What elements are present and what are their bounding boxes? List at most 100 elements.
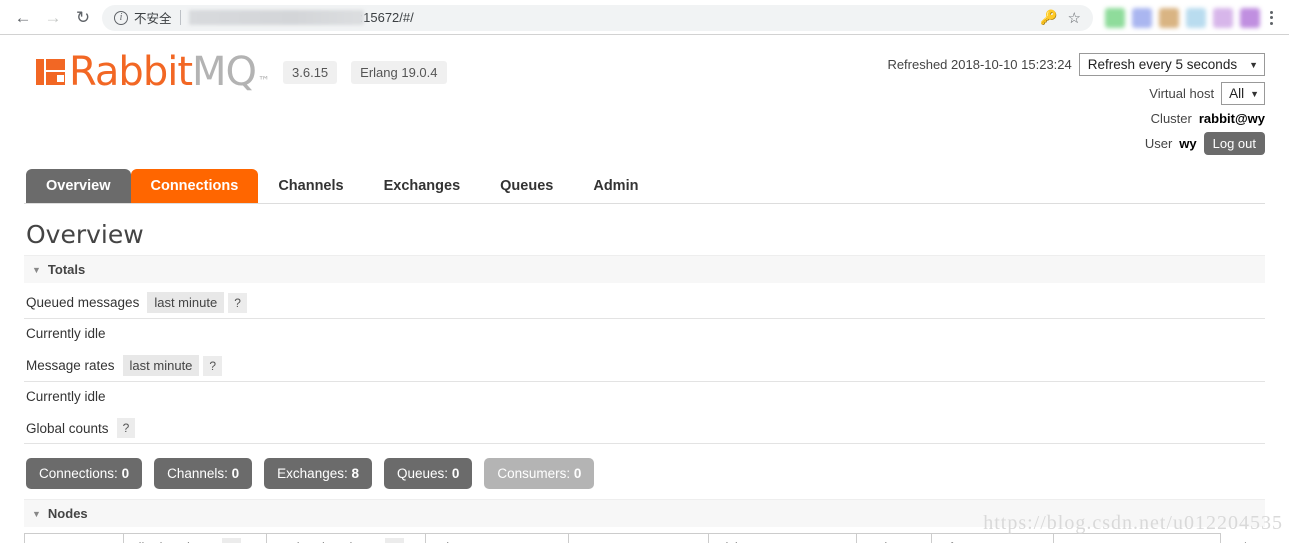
tab-admin[interactable]: Admin [573,169,658,203]
extension-icons [1099,7,1260,28]
totals-section-header[interactable]: ▼ Totals [24,255,1265,283]
header-controls: Refreshed 2018-10-10 15:23:24 Refresh ev… [887,49,1265,161]
col-memory[interactable]: Memory [567,533,710,543]
chevron-down-icon: ▼ [1250,88,1259,99]
collapse-triangle-icon: ▼ [32,508,41,519]
column-toggle-button[interactable]: +/- [1220,533,1265,543]
badge-exchanges-value: 8 [351,466,359,481]
queued-messages-period-tab[interactable]: last minute [147,292,225,313]
queued-messages-row: Queued messages last minute ? [24,285,1265,319]
refreshed-timestamp: Refreshed 2018-10-10 15:23:24 [887,57,1072,72]
badge-connections-value: 0 [121,466,130,481]
col-info[interactable]: Info [930,533,1055,543]
three-dot-menu-icon[interactable] [1260,10,1281,25]
badge-channels-value: 0 [231,466,240,481]
badge-exchanges[interactable]: Exchanges: 8 [264,458,372,489]
back-arrow-icon[interactable]: ← [8,3,38,33]
nodes-section-label: Nodes [47,506,88,521]
star-icon[interactable]: ☆ [1068,9,1081,27]
logo-tm-mark: ™ [258,74,270,88]
message-rates-help-icon[interactable]: ? [203,355,223,376]
reload-icon[interactable]: ↻ [68,3,98,33]
vhost-label: Virtual host [1149,86,1215,101]
badge-consumers-value: 0 [573,466,582,481]
logo-rabbit-text: Rabbit [69,49,193,95]
chevron-down-icon: ▼ [1249,59,1258,70]
logo-mq-text: MQ [192,49,257,95]
erlang-version-badge: Erlang 19.0.4 [351,60,447,84]
brand-block: Rabbit MQ ™ 3.6.15 Erlang 19.0.4 [24,49,447,95]
file-descriptors-help-icon[interactable]: ? [222,538,242,543]
tab-connections[interactable]: Connections [130,169,259,203]
badge-consumers[interactable]: Consumers: 0 [484,458,595,489]
col-disk-space[interactable]: Disk space [708,533,858,543]
forward-arrow-icon[interactable]: → [38,3,68,33]
col-erlang-processes[interactable]: Erlang processes [425,533,569,543]
col-socket-descriptors[interactable]: Socket descriptors ? [266,533,427,543]
col-file-descriptors[interactable]: File descriptors ? [122,533,268,543]
socket-descriptors-help-icon[interactable]: ? [384,538,404,543]
global-counts-badges: Connections: 0 Channels: 0 Exchanges: 8 … [26,458,1265,489]
global-counts-row: Global counts ? [24,411,1265,444]
collapse-triangle-icon: ▼ [32,264,41,275]
global-counts-label: Global counts [26,420,109,436]
vhost-select[interactable]: All ▼ [1221,82,1265,105]
address-bar[interactable]: i 不安全 :15672/#/ 🔑 ☆ [102,4,1093,31]
queued-messages-help-icon[interactable]: ? [228,292,247,313]
cluster-name: rabbit@wy [1198,111,1265,126]
badge-exchanges-label: Exchanges: [277,466,348,481]
user-label: User [1144,136,1173,151]
global-counts-help-icon[interactable]: ? [116,418,136,438]
badge-channels[interactable]: Channels: 0 [154,458,253,489]
browser-toolbar: ← → ↻ i 不安全 :15672/#/ 🔑 ☆ [0,0,1289,35]
message-rates-row: Message rates last minute ? [24,348,1265,382]
page-title: Overview [26,220,144,249]
nodes-table-header-row: Name File descriptors ? Socket descripto… [24,533,1265,543]
nodes-table-wrapper: Name File descriptors ? Socket descripto… [24,533,1265,543]
app-header: Rabbit MQ ™ 3.6.15 Erlang 19.0.4 Refresh… [24,35,1265,161]
message-rates-idle-text: Currently idle [26,389,106,404]
nodes-table: Name File descriptors ? Socket descripto… [24,533,1265,543]
tab-queues[interactable]: Queues [480,169,573,203]
extension-icon-4[interactable] [1186,7,1206,28]
url-text: :15672/#/ [359,10,414,25]
omnibox-divider [179,10,181,25]
tab-exchanges[interactable]: Exchanges [364,169,481,203]
rabbitmq-logo[interactable]: Rabbit MQ ™ [36,49,270,95]
security-status-label: 不安全 [134,12,172,26]
extension-icon-6[interactable] [1240,7,1260,28]
refresh-interval-value: Refresh every 5 seconds [1087,57,1238,72]
queued-messages-idle-text: Currently idle [26,326,106,341]
tab-channels[interactable]: Channels [258,169,363,203]
badge-queues-label: Queues: [397,466,449,481]
totals-section-label: Totals [47,262,86,277]
main-nav-tabs: Overview Connections Channels Exchanges … [24,169,1265,204]
queued-messages-label: Queued messages [26,295,140,310]
message-rates-label: Message rates [26,358,115,373]
extension-icon-3[interactable] [1159,7,1179,28]
message-rates-period-tab[interactable]: last minute [122,355,200,376]
badge-connections-label: Connections: [39,466,118,481]
refresh-interval-select[interactable]: Refresh every 5 seconds ▼ [1078,53,1265,76]
site-info-icon[interactable]: i [114,10,128,25]
version-badge: 3.6.15 [283,60,338,84]
nodes-section-header[interactable]: ▼ Nodes [24,499,1265,527]
col-name[interactable]: Name [24,533,124,543]
redacted-url-region [188,10,364,25]
badge-consumers-label: Consumers: [497,466,571,481]
extension-icon-1[interactable] [1105,7,1125,28]
logout-button[interactable]: Log out [1203,132,1265,155]
vhost-value: All [1229,86,1245,101]
cluster-label: Cluster [1150,111,1192,126]
col-reset-stats[interactable]: Reset stats [1053,533,1222,543]
badge-queues-value: 0 [451,466,460,481]
extension-icon-2[interactable] [1132,7,1152,28]
badge-queues[interactable]: Queues: 0 [384,458,473,489]
user-name: wy [1179,136,1197,151]
extension-icon-5[interactable] [1213,7,1233,28]
badge-channels-label: Channels: [167,466,228,481]
col-uptime[interactable]: Uptime [856,533,932,543]
tab-overview[interactable]: Overview [26,169,131,203]
key-icon[interactable]: 🔑 [1040,9,1057,26]
badge-connections[interactable]: Connections: 0 [26,458,143,489]
